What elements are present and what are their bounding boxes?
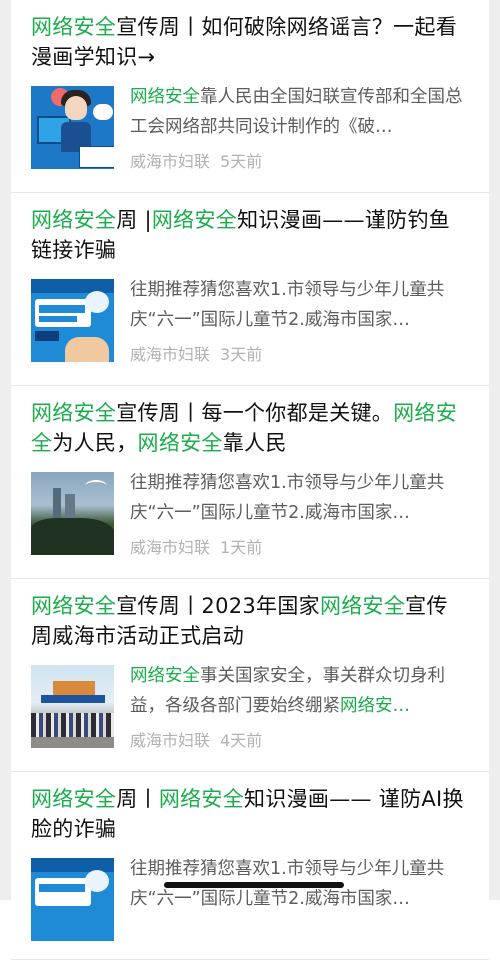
article-preview-row: 往期推荐猜您喜欢1.市领导与少年儿童共庆“六一”国际儿童节2.威海市国家… bbox=[31, 854, 465, 941]
source-name[interactable]: 威海市妇联 bbox=[130, 152, 210, 171]
article-title[interactable]: 网络安全周 |网络安全知识漫画——谨防钓鱼链接诈骗 bbox=[31, 205, 465, 265]
source-name[interactable]: 威海市妇联 bbox=[130, 345, 210, 364]
source-name[interactable]: 威海市妇联 bbox=[130, 731, 210, 750]
title-text: 靠人民 bbox=[222, 431, 287, 455]
publish-time: 5天前 bbox=[220, 152, 263, 171]
article-preview-row: 网络安全靠人民由全国妇联宣传部和全国总工会网络部共同设计制作的《破… 威海市妇联 5… bbox=[31, 82, 465, 174]
source-name[interactable]: 威海市妇联 bbox=[130, 538, 210, 557]
article-preview-row: 网络安全事关国家安全，事关群众切身利益，各级各部门要始终绷紧网络安… 威海市妇联 4… bbox=[31, 661, 465, 753]
article-card[interactable]: 网络安全周丨网络安全知识漫画—— 谨防AI换脸的诈骗往期推荐猜您喜欢1.市领导与… bbox=[11, 772, 489, 960]
snippet-text: 往期推荐猜您喜欢1.市领导与少年儿童共庆“六一”国际儿童节2.威海市国家… bbox=[130, 280, 445, 330]
home-indicator bbox=[164, 882, 344, 888]
title-keyword-highlight: 网络安全 bbox=[31, 594, 117, 618]
article-preview-body: 往期推荐猜您喜欢1.市领导与少年儿童共庆“六一”国际儿童节2.威海市国家… bbox=[130, 854, 465, 941]
snippet-keyword-highlight: 网络安全 bbox=[130, 666, 200, 686]
title-keyword-highlight: 网络安全 bbox=[137, 431, 223, 455]
title-keyword-highlight: 网络安全 bbox=[31, 401, 117, 425]
launch-ceremony-thumbnail[interactable] bbox=[31, 665, 114, 748]
article-title[interactable]: 网络安全宣传周丨2023年国家网络安全宣传周威海市活动正式启动 bbox=[31, 591, 465, 651]
article-meta: 威海市妇联 4天前 bbox=[130, 729, 465, 753]
article-preview-body: 网络安全事关国家安全，事关群众切身利益，各级各部门要始终绷紧网络安… 威海市妇联 4… bbox=[130, 661, 465, 753]
article-card[interactable]: 网络安全宣传周丨如何破除网络谣言？一起看漫画学知识→ 网络安全靠人民由全国妇联宣传… bbox=[11, 0, 489, 193]
title-keyword-highlight: 网络安全 bbox=[31, 208, 117, 232]
article-preview-row: 往期推荐猜您喜欢1.市领导与少年儿童共庆“六一”国际儿童节2.威海市国家… 威海市… bbox=[31, 468, 465, 560]
article-meta: 威海市妇联 3天前 bbox=[130, 343, 465, 367]
snippet-keyword-highlight: 网络安全 bbox=[130, 87, 200, 107]
cartoon-teacher-thumbnail[interactable] bbox=[31, 86, 114, 169]
article-preview-body: 往期推荐猜您喜欢1.市领导与少年儿童共庆“六一”国际儿童节2.威海市国家… 威海市… bbox=[130, 468, 465, 560]
article-meta: 威海市妇联 5天前 bbox=[130, 150, 465, 174]
snippet-keyword-highlight: 网络安… bbox=[340, 696, 410, 716]
title-keyword-highlight: 网络安全 bbox=[151, 208, 238, 232]
publish-time: 4天前 bbox=[220, 731, 263, 750]
article-list: 网络安全宣传周丨如何破除网络谣言？一起看漫画学知识→ 网络安全靠人民由全国妇联宣传… bbox=[0, 0, 500, 960]
title-text: 宣传周丨每一个你都是关键。 bbox=[116, 401, 394, 425]
article-snippet: 往期推荐猜您喜欢1.市领导与少年儿童共庆“六一”国际儿童节2.威海市国家… bbox=[130, 275, 465, 335]
article-title[interactable]: 网络安全宣传周丨每一个你都是关键。网络安全为人民，网络安全靠人民 bbox=[31, 398, 465, 458]
publish-time: 1天前 bbox=[220, 538, 263, 557]
article-snippet: 往期推荐猜您喜欢1.市领导与少年儿童共庆“六一”国际儿童节2.威海市国家… bbox=[130, 468, 465, 528]
article-title[interactable]: 网络安全周丨网络安全知识漫画—— 谨防AI换脸的诈骗 bbox=[31, 784, 465, 844]
phishing-comic-thumbnail[interactable] bbox=[31, 279, 114, 362]
article-card[interactable]: 网络安全宣传周丨2023年国家网络安全宣传周威海市活动正式启动网络安全事关国家安… bbox=[11, 579, 489, 772]
title-keyword-highlight: 网络安全 bbox=[31, 787, 117, 811]
title-keyword-highlight: 网络安全 bbox=[31, 15, 117, 39]
title-text: 宣传周丨2023年国家 bbox=[116, 594, 320, 618]
article-title[interactable]: 网络安全宣传周丨如何破除网络谣言？一起看漫画学知识→ bbox=[31, 12, 465, 72]
article-snippet: 网络安全事关国家安全，事关群众切身利益，各级各部门要始终绷紧网络安… bbox=[130, 661, 465, 721]
title-keyword-highlight: 网络安全 bbox=[158, 787, 245, 811]
title-text: 周 | bbox=[116, 208, 152, 232]
publish-time: 3天前 bbox=[220, 345, 263, 364]
article-preview-row: 往期推荐猜您喜欢1.市领导与少年儿童共庆“六一”国际儿童节2.威海市国家… 威海市… bbox=[31, 275, 465, 367]
article-snippet: 网络安全靠人民由全国妇联宣传部和全国总工会网络部共同设计制作的《破… bbox=[130, 82, 465, 142]
city-skyline-thumbnail[interactable] bbox=[31, 472, 114, 555]
snippet-text: 往期推荐猜您喜欢1.市领导与少年儿童共庆“六一”国际儿童节2.威海市国家… bbox=[130, 473, 445, 523]
title-keyword-highlight: 网络安全 bbox=[319, 594, 406, 618]
article-meta: 威海市妇联 1天前 bbox=[130, 536, 465, 560]
article-preview-body: 往期推荐猜您喜欢1.市领导与少年儿童共庆“六一”国际儿童节2.威海市国家… 威海市… bbox=[130, 275, 465, 367]
article-card[interactable]: 网络安全周 |网络安全知识漫画——谨防钓鱼链接诈骗往期推荐猜您喜欢1.市领导与少… bbox=[11, 193, 489, 386]
title-text: 周丨 bbox=[116, 787, 159, 811]
article-preview-body: 网络安全靠人民由全国妇联宣传部和全国总工会网络部共同设计制作的《破… 威海市妇联 5… bbox=[130, 82, 465, 174]
title-text: 为人民， bbox=[52, 431, 138, 455]
article-card[interactable]: 网络安全宣传周丨每一个你都是关键。网络安全为人民，网络安全靠人民往期推荐猜您喜欢… bbox=[11, 386, 489, 579]
